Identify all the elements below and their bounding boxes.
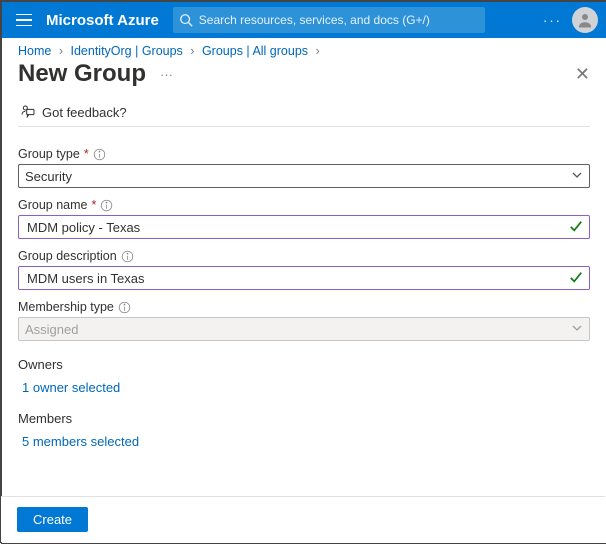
brand-label[interactable]: Microsoft Azure [46,12,159,29]
group-name-input[interactable] [25,219,569,236]
top-right: ··· [543,7,598,33]
title-row: New Group ··· ✕ [2,58,606,94]
footer-bar: Create [1,496,605,542]
page-more-actions-icon[interactable]: ··· [160,67,173,82]
required-asterisk: * [91,198,96,212]
chevron-right-icon: › [316,44,320,58]
close-icon[interactable]: ✕ [575,65,590,83]
chevron-down-icon [571,322,583,337]
membership-type-select: Assigned [18,317,590,341]
group-name-label: Group name * [18,198,590,212]
group-description-label-text: Group description [18,249,117,263]
breadcrumb-identityorg-groups[interactable]: IdentityOrg | Groups [70,44,182,58]
required-asterisk: * [84,147,89,161]
members-label: Members [18,411,590,426]
feedback-icon [20,104,36,120]
chevron-down-icon [571,169,583,184]
info-icon[interactable] [118,301,131,314]
avatar[interactable] [572,7,598,33]
global-search[interactable] [173,7,485,33]
person-icon [576,11,594,29]
membership-type-value: Assigned [25,322,78,337]
group-type-value: Security [25,169,72,184]
chevron-right-icon: › [190,44,194,58]
membership-type-label: Membership type [18,300,590,314]
search-icon [179,13,193,27]
global-search-input[interactable] [193,12,479,28]
feedback-label: Got feedback? [42,105,127,120]
group-description-field[interactable] [18,266,590,290]
hamburger-menu-icon[interactable] [10,6,38,34]
group-type-select[interactable]: Security [18,164,590,188]
breadcrumb-groups-allgroups[interactable]: Groups | All groups [202,44,308,58]
group-description-label: Group description [18,249,590,263]
chevron-right-icon: › [59,44,63,58]
group-name-label-text: Group name [18,198,87,212]
info-icon[interactable] [121,250,134,263]
members-selected-link[interactable]: 5 members selected [22,434,590,449]
membership-type-label-text: Membership type [18,300,114,314]
owners-label: Owners [18,357,590,372]
page-title: New Group [18,60,146,88]
group-description-input[interactable] [25,270,569,287]
breadcrumb: Home › IdentityOrg | Groups › Groups | A… [2,38,606,58]
check-icon [569,270,583,287]
check-icon [569,219,583,236]
feedback-bar[interactable]: Got feedback? [18,98,590,127]
group-type-label-text: Group type [18,147,80,161]
more-actions-icon[interactable]: ··· [543,13,562,28]
group-name-field[interactable] [18,215,590,239]
owners-selected-link[interactable]: 1 owner selected [22,380,590,395]
breadcrumb-home[interactable]: Home [18,44,51,58]
group-type-label: Group type * [18,147,590,161]
info-icon[interactable] [93,148,106,161]
create-button[interactable]: Create [17,507,88,532]
info-icon[interactable] [100,199,113,212]
form-area: Group type * Security Group name * Group… [2,127,606,449]
top-bar: Microsoft Azure ··· [2,2,606,38]
